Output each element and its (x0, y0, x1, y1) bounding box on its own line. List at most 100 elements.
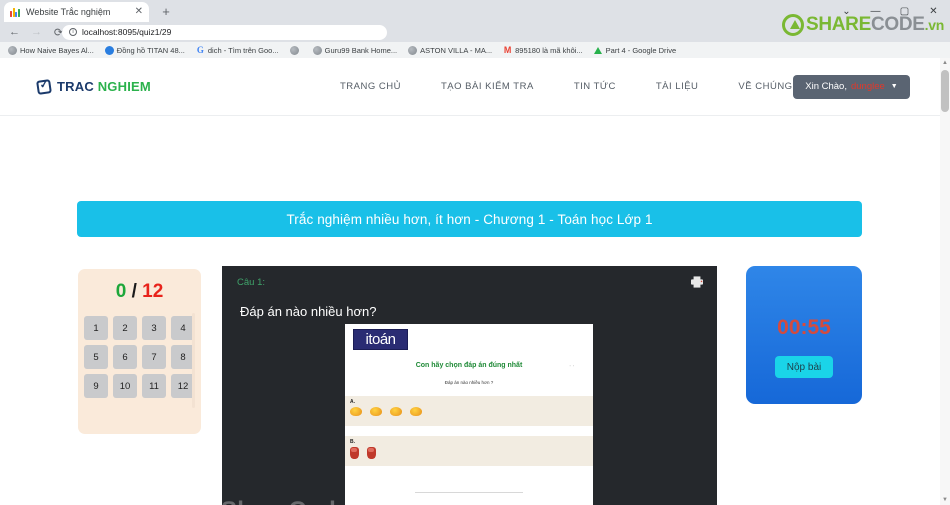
image-heading: Con hãy chọn đáp án đúng nhất (415, 362, 523, 369)
score-separator: / (131, 281, 137, 302)
bookmark-label: Guru99 Bank Home... (324, 45, 398, 55)
user-name: dunglee (850, 81, 885, 92)
question-number-button[interactable]: 10 (113, 374, 137, 398)
bookmark-label: ASTON VILLA - MA... (420, 45, 493, 55)
globe-icon (408, 45, 418, 55)
option-a-items (350, 407, 422, 416)
red-crab-icon (350, 447, 359, 459)
score-total: 12 (142, 281, 164, 302)
globe-icon (289, 45, 299, 55)
brand-part2: NGHIEM (97, 79, 151, 94)
score-panel: 0 / 12 1 2 3 4 5 6 7 8 9 10 11 12 (78, 269, 201, 434)
bookmark-item[interactable]: ASTON VILLA - MA... (408, 45, 493, 55)
score-current: 0 (115, 281, 127, 302)
site-header: TRAC NGHIEM TRANG CHỦ TẠO BÀI KIỂM TRA T… (0, 58, 940, 116)
question-label: Câu 1: (237, 277, 265, 288)
itoan-logo: itoán (353, 329, 408, 350)
nav-item-news[interactable]: TIN TỨC (554, 81, 636, 92)
bookmark-item[interactable]: G dich - Tìm trên Goo... (196, 44, 279, 55)
submit-label: Nộp bài (786, 361, 822, 373)
gmail-icon: M (503, 44, 512, 55)
question-number-button[interactable]: 6 (113, 345, 137, 369)
bookmark-item[interactable]: Đồng hồ TITAN 48... (104, 45, 185, 55)
user-greeting: Xin Chào, (805, 81, 847, 92)
image-option-b-row: B. (345, 436, 593, 466)
page-scrollbar[interactable]: ▲ ▼ (940, 58, 950, 505)
globe-icon (8, 45, 17, 55)
bookmark-label: How Naive Bayes Al... (20, 45, 94, 55)
nav-item-documents[interactable]: TÀI LIỆU (636, 81, 719, 92)
question-number-grid: 1 2 3 4 5 6 7 8 9 10 11 12 (78, 316, 201, 398)
tab-title: Website Trắc nghiệm (26, 7, 111, 17)
question-number-button[interactable]: 1 (84, 316, 108, 340)
bookmark-item[interactable]: Guru99 Bank Home... (312, 45, 398, 55)
site-info-icon[interactable]: i (69, 28, 77, 37)
option-b-items (350, 447, 376, 459)
wordmark-share: SHARE (805, 14, 871, 35)
question-number-button[interactable]: 9 (84, 374, 108, 398)
print-icon[interactable] (690, 276, 704, 288)
scroll-down-icon[interactable]: ▼ (940, 495, 950, 505)
option-b-label: B. (350, 439, 355, 445)
orange-fruit-icon (350, 407, 362, 416)
scrollbar-thumb[interactable] (941, 70, 949, 112)
sharecode-mark-icon (781, 14, 804, 36)
question-number-button[interactable]: 3 (142, 316, 166, 340)
question-number-button[interactable]: 7 (142, 345, 166, 369)
forward-icon: → (31, 26, 42, 38)
bookmark-label: dich - Tìm trên Goo... (207, 45, 279, 55)
nav-item-home[interactable]: TRANG CHỦ (320, 81, 421, 92)
question-text: Đáp án nào nhiều hơn? (240, 304, 377, 319)
image-corner-mark: ˙ ˙ (569, 366, 575, 372)
wordmark-code: CODE (870, 14, 925, 35)
address-bar[interactable]: i localhost:8095/quiz1/29 (62, 24, 387, 40)
score-display: 0 / 12 (78, 269, 201, 303)
brand-part1: TRAC (57, 79, 94, 94)
bookmark-item[interactable]: How Naive Bayes Al... (8, 45, 94, 55)
image-option-a-row: A. (345, 396, 593, 426)
globe-icon (312, 45, 322, 55)
itoan-logo-text: itoán (365, 331, 396, 348)
bookmark-item[interactable]: M 895180 là mã khôi... (503, 44, 583, 55)
bookmark-label: 895180 là mã khôi... (515, 45, 583, 55)
main-nav: TRANG CHỦ TẠO BÀI KIỂM TRA TIN TỨC TÀI L… (320, 81, 833, 92)
sharecode-watermark-logo: SHARECODE.vn (781, 14, 945, 36)
question-number-button[interactable]: 5 (84, 345, 108, 369)
timer-panel: 00:55 Nộp bài (746, 266, 862, 404)
browser-tab[interactable]: Website Trắc nghiệm ✕ (4, 2, 149, 22)
user-menu-button[interactable]: Xin Chào, dunglee ▼ (793, 74, 910, 99)
orange-fruit-icon (390, 407, 402, 416)
question-image: itoán Con hãy chọn đáp án đúng nhất Đáp … (345, 324, 593, 505)
back-icon[interactable]: ← (8, 26, 21, 38)
drive-icon (593, 46, 603, 55)
bookmark-label: Đồng hồ TITAN 48... (116, 45, 185, 55)
question-number-button[interactable]: 2 (113, 316, 137, 340)
bookmarks-bar: How Naive Bayes Al... Đồng hồ TITAN 48..… (0, 42, 950, 58)
orange-fruit-icon (410, 407, 422, 416)
new-tab-button[interactable]: + (158, 4, 174, 20)
countdown-timer: 00:55 (777, 316, 831, 339)
image-divider (415, 492, 523, 493)
close-icon[interactable]: ✕ (135, 7, 143, 17)
option-a-label: A. (350, 399, 355, 405)
site-logo[interactable]: TRAC NGHIEM (36, 78, 151, 95)
red-crab-icon (367, 447, 376, 459)
submit-button[interactable]: Nộp bài (775, 356, 833, 378)
google-icon: G (196, 44, 204, 55)
brand-text: TRAC NGHIEM (57, 79, 151, 94)
quiz-title-banner: Trắc nghiệm nhiều hơn, ít hơn - Chương 1… (77, 201, 862, 237)
chevron-down-icon: ▼ (890, 83, 898, 90)
image-subheading: Đáp án nào nhiều hơn ? (444, 380, 494, 385)
bookmark-item[interactable] (289, 45, 302, 55)
quiz-title: Trắc nghiệm nhiều hơn, ít hơn - Chương 1… (286, 211, 653, 227)
question-grid-scrollbar[interactable] (192, 313, 195, 408)
page-content: TRAC NGHIEM TRANG CHỦ TẠO BÀI KIỂM TRA T… (0, 58, 940, 505)
favicon-icon (10, 7, 21, 18)
question-panel: Câu 1: ShareCode.vn Đáp án nào nhiều hơn… (222, 266, 717, 505)
screenshot-root: Website Trắc nghiệm ✕ + ⌄ — ▢ ✕ ← → ⟳ i … (0, 0, 950, 505)
question-number-button[interactable]: 11 (142, 374, 166, 398)
wordmark-vn: .vn (924, 17, 945, 33)
bookmark-item[interactable]: Part 4 - Google Drive (593, 46, 676, 55)
scroll-up-icon[interactable]: ▲ (940, 58, 950, 68)
nav-item-create-test[interactable]: TẠO BÀI KIỂM TRA (421, 81, 554, 92)
